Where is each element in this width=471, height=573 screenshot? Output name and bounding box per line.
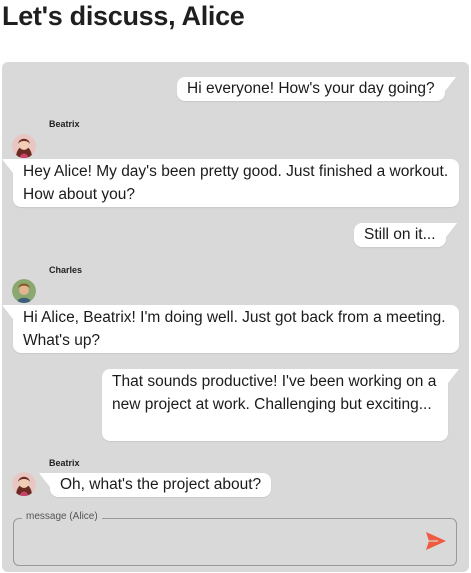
message-composer: message (Alice) [13,511,457,566]
send-icon [426,532,446,550]
message-text: Hi everyone! How's your day going? [187,80,435,97]
avatar-charles [12,279,36,303]
message-bubble-outgoing: Still on it... [354,223,456,247]
message-text: Still on it... [364,226,436,243]
message-input[interactable] [24,531,408,555]
message-bubble-outgoing: That sounds productive! I've been workin… [102,369,459,441]
message-text: Oh, what's the project about? [60,476,262,493]
sender-name: Beatrix [49,119,80,129]
avatar-beatrix [12,472,36,496]
message-bubble-incoming: Hi Alice, Beatrix! I'm doing well. Just … [2,305,459,353]
composer-label: message (Alice) [22,511,102,522]
chat-panel: Hi everyone! How's your day going? Beatr… [2,62,469,572]
message-bubble-incoming: Oh, what's the project about? [38,473,272,497]
avatar-beatrix [12,134,36,158]
sender-name: Charles [49,265,83,275]
message-text: Hi Alice, Beatrix! I'm doing well. Just … [23,309,446,349]
message-text: Hey Alice! My day's been pretty good. Ju… [23,163,449,203]
message-bubble-outgoing: Hi everyone! How's your day going? [177,77,456,101]
send-button[interactable] [424,531,448,553]
sender-name: Beatrix [49,458,80,468]
page-title: Let's discuss, Alice [2,1,245,31]
message-bubble-incoming: Hey Alice! My day's been pretty good. Ju… [2,159,459,207]
message-text: That sounds productive! I've been workin… [112,373,437,413]
